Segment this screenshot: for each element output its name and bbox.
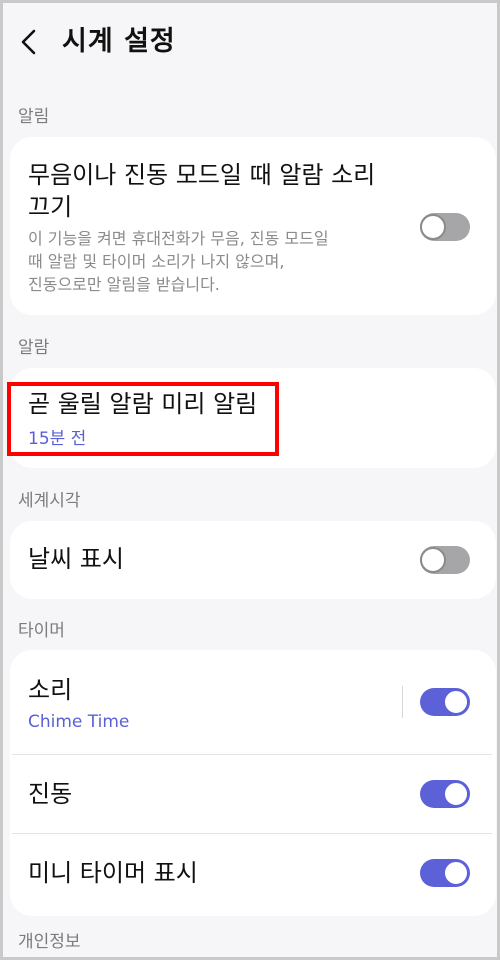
- section-label-notifications: 알림: [18, 107, 50, 127]
- weather-toggle[interactable]: [420, 546, 470, 574]
- mute-alarm-title-line2: 끄기: [28, 193, 73, 221]
- vertical-divider: [402, 686, 403, 718]
- setting-row-mute-alarm[interactable]: 무음이나 진동 모드일 때 알람 소리 끄기 이 기능을 켜면 휴대전화가 무음…: [10, 137, 496, 315]
- upcoming-alarm-value: 15분 전: [28, 429, 87, 449]
- setting-row-vibration[interactable]: 진동: [10, 755, 496, 833]
- vibration-toggle[interactable]: [420, 780, 470, 808]
- mute-alarm-toggle[interactable]: [420, 213, 470, 241]
- sound-toggle[interactable]: [420, 688, 470, 716]
- vibration-title: 진동: [28, 780, 73, 808]
- mute-alarm-description-line2: 때 알람 및 타이머 소리가 나지 않으며,: [28, 252, 285, 271]
- card-alarm: 곧 울릴 알람 미리 알림 15분 전: [10, 368, 496, 468]
- back-button[interactable]: [10, 22, 46, 62]
- toggle-knob: [443, 860, 469, 886]
- mini-timer-toggle[interactable]: [420, 859, 470, 887]
- section-label-world-clock: 세계시각: [18, 491, 81, 511]
- section-label-alarm: 알람: [18, 338, 50, 358]
- section-label-privacy: 개인정보: [18, 932, 81, 952]
- card-notifications: 무음이나 진동 모드일 때 알람 소리 끄기 이 기능을 켜면 휴대전화가 무음…: [10, 137, 496, 315]
- mute-alarm-title-line1: 무음이나 진동 모드일 때 알람 소리: [28, 161, 376, 189]
- toggle-knob: [443, 689, 469, 715]
- mini-timer-title: 미니 타이머 표시: [28, 859, 198, 887]
- setting-row-weather[interactable]: 날씨 표시: [10, 521, 496, 599]
- card-timer: 소리 Chime Time 진동 미니 타이머 표시: [10, 650, 496, 916]
- toggle-knob: [420, 547, 446, 573]
- app-header: 시계 설정: [0, 0, 500, 86]
- mute-alarm-description-line3: 진동으로만 알림을 받습니다.: [28, 275, 220, 294]
- chevron-left-icon: [21, 29, 36, 55]
- page-title: 시계 설정: [62, 26, 176, 57]
- toggle-knob: [443, 781, 469, 807]
- card-world-clock: 날씨 표시: [10, 521, 496, 599]
- toggle-knob: [420, 214, 446, 240]
- section-label-timer: 타이머: [18, 621, 65, 641]
- upcoming-alarm-title: 곧 울릴 알람 미리 알림: [28, 390, 258, 418]
- sound-value: Chime Time: [28, 712, 130, 732]
- sound-title: 소리: [28, 676, 73, 704]
- setting-row-mini-timer[interactable]: 미니 타이머 표시: [10, 834, 496, 914]
- weather-title: 날씨 표시: [28, 545, 124, 573]
- mute-alarm-description-line1: 이 기능을 켜면 휴대전화가 무음, 진동 모드일: [28, 229, 329, 248]
- setting-row-upcoming-alarm[interactable]: 곧 울릴 알람 미리 알림 15분 전: [10, 368, 496, 468]
